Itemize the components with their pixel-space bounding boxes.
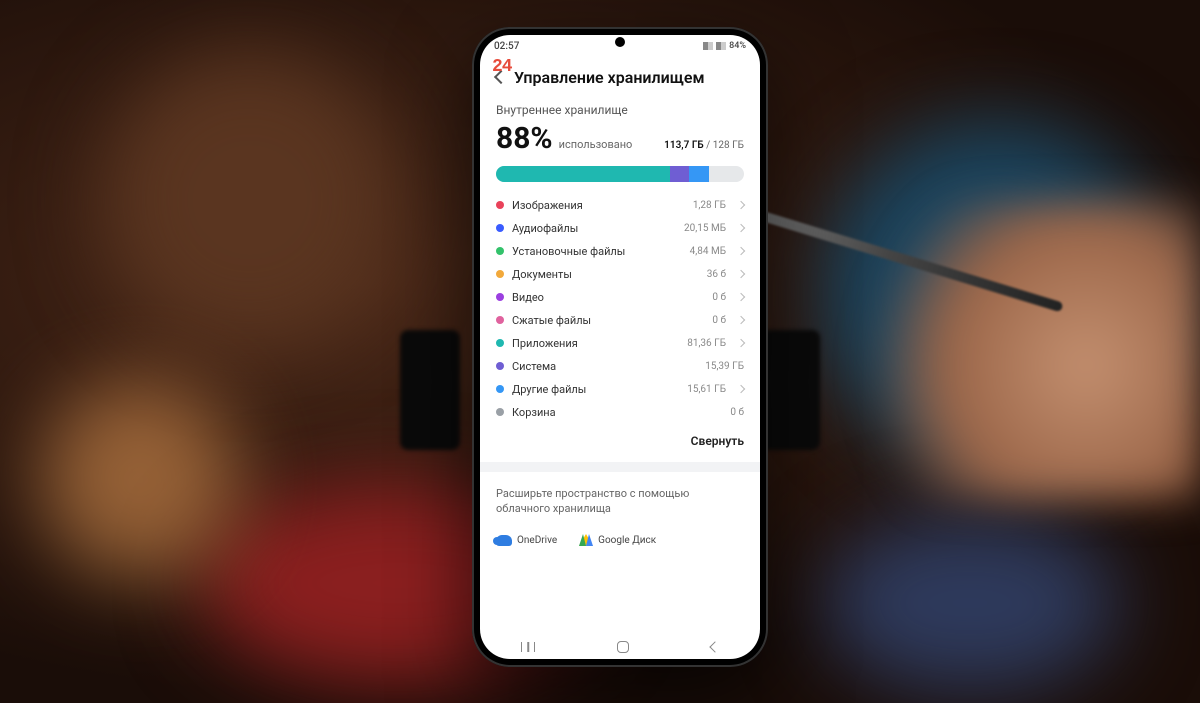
slash: / xyxy=(704,140,713,151)
onedrive-icon xyxy=(496,535,512,546)
divider xyxy=(480,462,760,472)
used-of-total: 113,7 ГБ / 128 ГБ xyxy=(664,140,744,151)
cloud-prompt: Расширьте пространство с помощью облачно… xyxy=(480,472,760,535)
category-row[interactable]: Аудиофайлы 20,15 МБ xyxy=(496,217,744,240)
category-row[interactable]: Документы 36 б xyxy=(496,263,744,286)
category-row[interactable]: Другие файлы 15,61 ГБ xyxy=(496,378,744,401)
gdrive-label: Google Диск xyxy=(598,535,656,546)
percent-row: 88% использовано 113,7 ГБ / 128 ГБ xyxy=(496,121,744,156)
chevron-right-icon xyxy=(737,316,745,324)
category-label: Другие файлы xyxy=(512,383,586,396)
percent-value: 88% xyxy=(496,121,553,156)
category-dot-icon xyxy=(496,339,504,347)
category-size: 20,15 МБ xyxy=(684,223,726,234)
category-dot-icon xyxy=(496,385,504,393)
category-dot-icon xyxy=(496,362,504,370)
category-dot-icon xyxy=(496,270,504,278)
category-dot-icon xyxy=(496,408,504,416)
category-dot-icon xyxy=(496,316,504,324)
category-size: 15,61 ГБ xyxy=(687,384,726,395)
front-camera xyxy=(615,37,625,47)
category-row[interactable]: Изображения 1,28 ГБ xyxy=(496,194,744,217)
category-size: 1,28 ГБ xyxy=(693,200,726,211)
cloud-services-row: OneDrive Google Диск xyxy=(480,534,760,554)
internal-storage-label: Внутреннее хранилище xyxy=(496,103,744,117)
signal-icon xyxy=(716,42,726,50)
bar-segment xyxy=(496,166,670,182)
bar-segment xyxy=(670,166,690,182)
onedrive-button[interactable]: OneDrive xyxy=(496,535,557,546)
used-value: 113,7 ГБ xyxy=(664,140,704,151)
wifi-icon xyxy=(703,42,713,50)
phone-frame: 02:57 84% 24 Управление хранилищем Внутр… xyxy=(472,27,768,667)
status-time: 02:57 xyxy=(494,41,519,52)
category-label: Установочные файлы xyxy=(512,245,625,258)
onedrive-label: OneDrive xyxy=(517,535,557,546)
total-value: 128 ГБ xyxy=(713,140,744,151)
category-label: Корзина xyxy=(512,406,556,419)
chevron-right-icon xyxy=(737,339,745,347)
storage-summary: Внутреннее хранилище 88% использовано 11… xyxy=(480,97,760,424)
category-dot-icon xyxy=(496,224,504,232)
nav-back-icon[interactable] xyxy=(709,641,720,652)
battery-text: 84% xyxy=(729,41,746,51)
gdrive-button[interactable]: Google Диск xyxy=(579,534,656,546)
category-dot-icon xyxy=(496,201,504,209)
screen: 02:57 84% 24 Управление хранилищем Внутр… xyxy=(480,35,760,659)
category-list: Изображения 1,28 ГБ Аудиофайлы 20,15 МБ Уста… xyxy=(496,194,744,424)
category-label: Система xyxy=(512,360,556,373)
category-size: 81,36 ГБ xyxy=(687,338,726,349)
nav-home-icon[interactable] xyxy=(617,641,629,653)
chevron-right-icon xyxy=(737,270,745,278)
category-label: Документы xyxy=(512,268,572,281)
nav-bar xyxy=(480,633,760,659)
chevron-right-icon xyxy=(737,385,745,393)
category-label: Приложения xyxy=(512,337,578,350)
category-label: Аудиофайлы xyxy=(512,222,578,235)
header: Управление хранилищем xyxy=(480,54,760,97)
category-row: Система 15,39 ГБ xyxy=(496,355,744,378)
category-dot-icon xyxy=(496,293,504,301)
category-size: 0 б xyxy=(712,315,726,326)
category-row[interactable]: Установочные файлы 4,84 МБ xyxy=(496,240,744,263)
page-title: Управление хранилищем xyxy=(514,68,705,87)
category-size: 0 б xyxy=(730,407,744,418)
category-dot-icon xyxy=(496,247,504,255)
chevron-right-icon xyxy=(737,224,745,232)
category-size: 0 б xyxy=(712,292,726,303)
chevron-right-icon xyxy=(737,247,745,255)
category-size: 4,84 МБ xyxy=(690,246,726,257)
category-size: 15,39 ГБ xyxy=(705,361,744,372)
status-right: 84% xyxy=(703,41,746,51)
category-row[interactable]: Сжатые файлы 0 б xyxy=(496,309,744,332)
bar-segment xyxy=(689,166,709,182)
category-row[interactable]: Видео 0 б xyxy=(496,286,744,309)
chevron-right-icon xyxy=(737,293,745,301)
category-label: Изображения xyxy=(512,199,583,212)
category-label: Сжатые файлы xyxy=(512,314,591,327)
percent-sublabel: использовано xyxy=(559,138,633,151)
category-size: 36 б xyxy=(707,269,726,280)
gdrive-icon xyxy=(579,534,593,546)
category-row: Корзина 0 б xyxy=(496,401,744,424)
usage-bar xyxy=(496,166,744,182)
category-row[interactable]: Приложения 81,36 ГБ xyxy=(496,332,744,355)
chevron-right-icon xyxy=(737,201,745,209)
collapse-button[interactable]: Свернуть xyxy=(480,424,760,462)
nav-recent-icon[interactable] xyxy=(521,642,535,652)
category-label: Видео xyxy=(512,291,544,304)
overlay-badge: 24 xyxy=(492,57,512,77)
